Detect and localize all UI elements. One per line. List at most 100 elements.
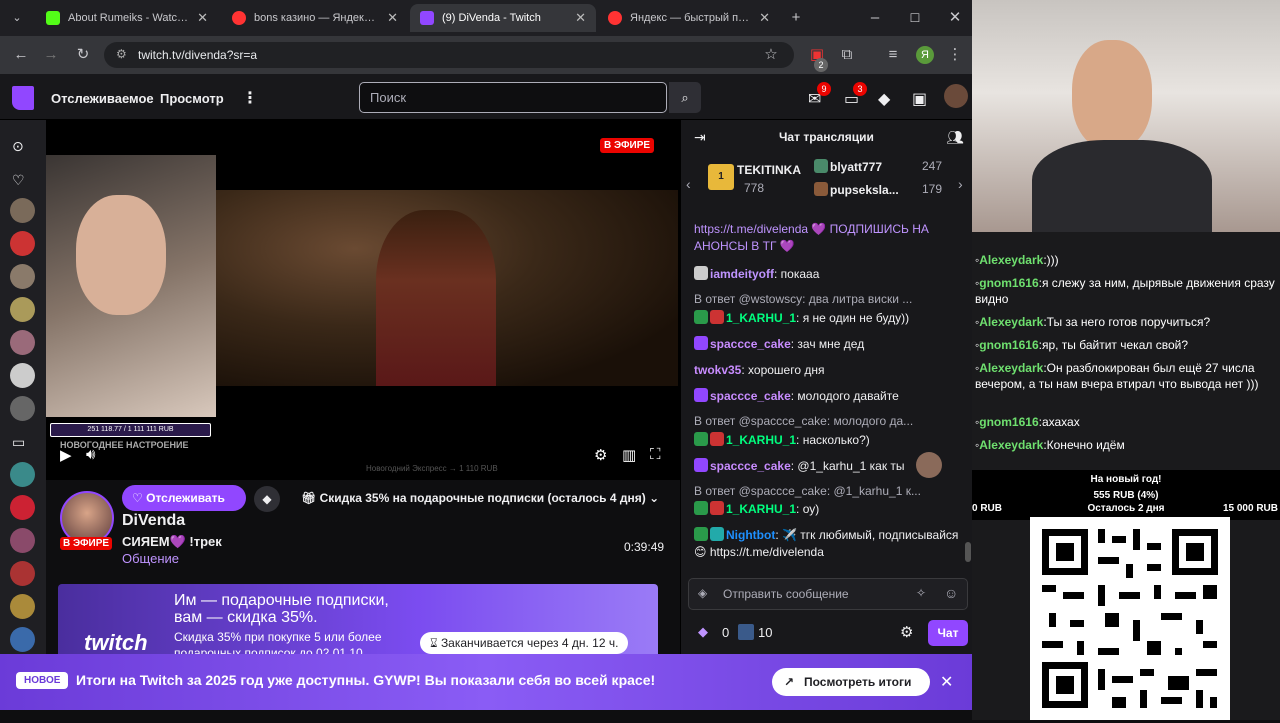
theatre-mode-icon[interactable]: ▥ xyxy=(622,446,636,464)
sidebar-channel-avatar[interactable] xyxy=(10,462,35,487)
goal-amount: 555 RUB (4%) xyxy=(1093,490,1159,501)
volume-icon[interactable]: 🔊︎ xyxy=(86,446,95,463)
chat-username[interactable]: spaccce_cake xyxy=(710,389,791,403)
chevron-right-icon[interactable]: › xyxy=(958,176,963,192)
play-icon[interactable]: ▶ xyxy=(60,446,72,464)
reply-context[interactable]: В ответ @spaccce_cake: молодого да... xyxy=(694,414,964,428)
minimize-button[interactable]: – xyxy=(864,8,886,28)
emote-picker-icon[interactable]: ☺ xyxy=(944,585,958,601)
maximize-button[interactable]: ☐ xyxy=(904,8,926,28)
search-input[interactable]: Поиск xyxy=(359,82,667,113)
video-frame xyxy=(216,190,678,386)
follow-button[interactable]: ♡ Отслеживать xyxy=(122,485,246,511)
gift-sub-promo[interactable]: 🎁︎ Скидка 35% на подарочные подписки (ос… xyxy=(293,485,677,511)
banner-headline-1: Им — подарочные подписки, xyxy=(174,592,389,609)
browser-tab-yandex-casino[interactable]: bons казино — Яндекс: на ✕ xyxy=(222,4,408,32)
channel-points-value: 0 xyxy=(722,625,730,640)
video-icon: ▭ xyxy=(12,434,26,450)
chat-username[interactable]: 1_KARHU_1 xyxy=(726,311,796,325)
leaderboard-name-2[interactable]: blyatt777 xyxy=(830,160,882,174)
back-button[interactable]: ← xyxy=(10,45,32,65)
settings-icon[interactable]: ⚙ xyxy=(594,446,607,464)
chat-username[interactable]: spaccce_cake xyxy=(710,337,791,351)
browser-tab-kick[interactable]: About Rumeiks - Watch Li ✕ xyxy=(36,4,218,32)
sidebar-channel-avatar[interactable] xyxy=(10,396,35,421)
site-info-icon[interactable]: ⚙ xyxy=(116,47,127,61)
user-avatar[interactable] xyxy=(944,84,968,108)
close-icon[interactable]: ✕ xyxy=(575,10,586,26)
reload-button[interactable]: ↻ xyxy=(72,45,94,65)
sidebar-channel-avatar[interactable] xyxy=(10,627,35,652)
channel-points-icon[interactable]: ◆ xyxy=(698,624,708,640)
bits-icon[interactable]: ▣ xyxy=(912,89,927,109)
magic-icon[interactable]: ✧ xyxy=(916,586,926,600)
browser-tab-yandex[interactable]: Яндекс — быстрый поиск ✕ xyxy=(598,4,780,32)
sidebar-channel-avatar[interactable] xyxy=(10,561,35,586)
nav-browse[interactable]: Просмотр xyxy=(160,91,224,106)
more-menu-icon[interactable]: ⋮ xyxy=(242,88,258,108)
search-icon[interactable]: ⌕ xyxy=(669,82,701,113)
sidebar-channel-avatar[interactable] xyxy=(10,594,35,619)
chat-settings-icon[interactable]: ⚙ xyxy=(900,623,913,641)
chat-username[interactable]: 1_KARHU_1 xyxy=(726,433,796,447)
window-close-button[interactable]: ✕ xyxy=(944,8,966,28)
browser-menu-icon[interactable]: ⋮ xyxy=(944,45,966,65)
chat-message: spaccce_cake: @1_karhu_1 как ты xyxy=(694,458,914,475)
sidebar-channel-avatar[interactable] xyxy=(10,363,35,388)
close-icon[interactable]: ✕ xyxy=(197,10,208,26)
overlay-chat-line: ◦Alexeydark:Он разблокирован был ещё 27 … xyxy=(975,361,1259,391)
twitch-icon xyxy=(420,11,434,25)
close-icon[interactable]: ✕ xyxy=(759,10,770,26)
twitch-logo-icon[interactable] xyxy=(12,86,34,110)
new-tab-button[interactable]: + xyxy=(785,8,807,28)
chat-scrollbar[interactable] xyxy=(965,542,971,562)
extensions-puzzle-icon[interactable]: ⧉ xyxy=(836,45,858,65)
chat-username[interactable]: iamdeityoff xyxy=(710,267,774,281)
leaderboard-name-3[interactable]: pupseksla... xyxy=(830,183,899,197)
tab-search-icon[interactable]: ⌄ xyxy=(6,8,28,28)
fullscreen-icon[interactable]: ⛶ xyxy=(650,446,661,463)
nav-following[interactable]: Отслеживаемое xyxy=(51,91,154,106)
chat-username[interactable]: Nightbot xyxy=(726,528,775,542)
stream-category[interactable]: Общение xyxy=(122,551,179,566)
reading-list-icon[interactable]: ≡ xyxy=(882,45,904,65)
view-recap-button[interactable]: ↗ Посмотреть итоги xyxy=(772,668,930,696)
community-icon[interactable]: 👥︎ xyxy=(946,129,964,146)
close-icon[interactable]: ✕ xyxy=(387,10,398,26)
browser-tab-twitch[interactable]: (9) DiVenda - Twitch ✕ xyxy=(410,4,596,32)
chat-title: Чат трансляции xyxy=(779,130,874,144)
bookmark-star-icon[interactable]: ☆ xyxy=(760,45,782,65)
chevron-left-icon[interactable]: ‹ xyxy=(686,176,691,192)
channel-name[interactable]: DiVenda xyxy=(122,512,185,530)
qr-code xyxy=(1030,517,1230,720)
sidebar-channel-avatar[interactable] xyxy=(10,198,35,223)
close-banner-button[interactable]: ✕ xyxy=(940,672,953,692)
bits-icon[interactable]: ◈ xyxy=(698,586,707,600)
sidebar-channel-avatar[interactable] xyxy=(10,264,35,289)
sidebar-channel-avatar[interactable] xyxy=(10,231,35,256)
chat-username[interactable]: 1_KARHU_1 xyxy=(726,502,796,516)
leaderboard-name-1[interactable]: TEKITINKA xyxy=(737,163,801,177)
collapse-chat-icon[interactable]: ⇥ xyxy=(694,129,706,146)
yandex-icon xyxy=(608,11,622,25)
forward-button[interactable]: → xyxy=(40,45,62,65)
sidebar-channel-avatar[interactable] xyxy=(10,330,35,355)
prime-gem-icon[interactable]: ◆ xyxy=(878,89,890,109)
sidebar-collapse-icon[interactable]: ⊙ xyxy=(12,138,24,155)
chat-send-button[interactable]: Чат xyxy=(928,620,968,646)
chat-username[interactable]: twokv35 xyxy=(694,363,741,377)
chat-message: 1_KARHU_1: я не один не буду)) xyxy=(694,310,964,327)
gem-icon[interactable]: ◆ xyxy=(254,486,280,512)
reply-context[interactable]: В ответ @wstowscy: два литра виски ... xyxy=(694,292,964,306)
chat-username[interactable]: spaccce_cake xyxy=(710,459,791,473)
url-field[interactable]: ⚙ twitch.tv/divenda?sr=a xyxy=(104,42,794,68)
sidebar-channel-avatar[interactable] xyxy=(10,528,35,553)
reply-context[interactable]: В ответ @spaccce_cake: @1_karhu_1 к... xyxy=(694,484,964,498)
gift-sub-banner[interactable]: twitch Им — подарочные подписки, вам — с… xyxy=(58,584,658,664)
sidebar-channel-avatar[interactable] xyxy=(10,297,35,322)
bits-balance-icon[interactable] xyxy=(738,624,754,640)
profile-avatar[interactable]: Я xyxy=(916,46,934,64)
chat-message: iamdeityoff: покааа xyxy=(694,266,964,283)
sidebar-channel-avatar[interactable] xyxy=(10,495,35,520)
streamer-webcam xyxy=(46,155,216,417)
